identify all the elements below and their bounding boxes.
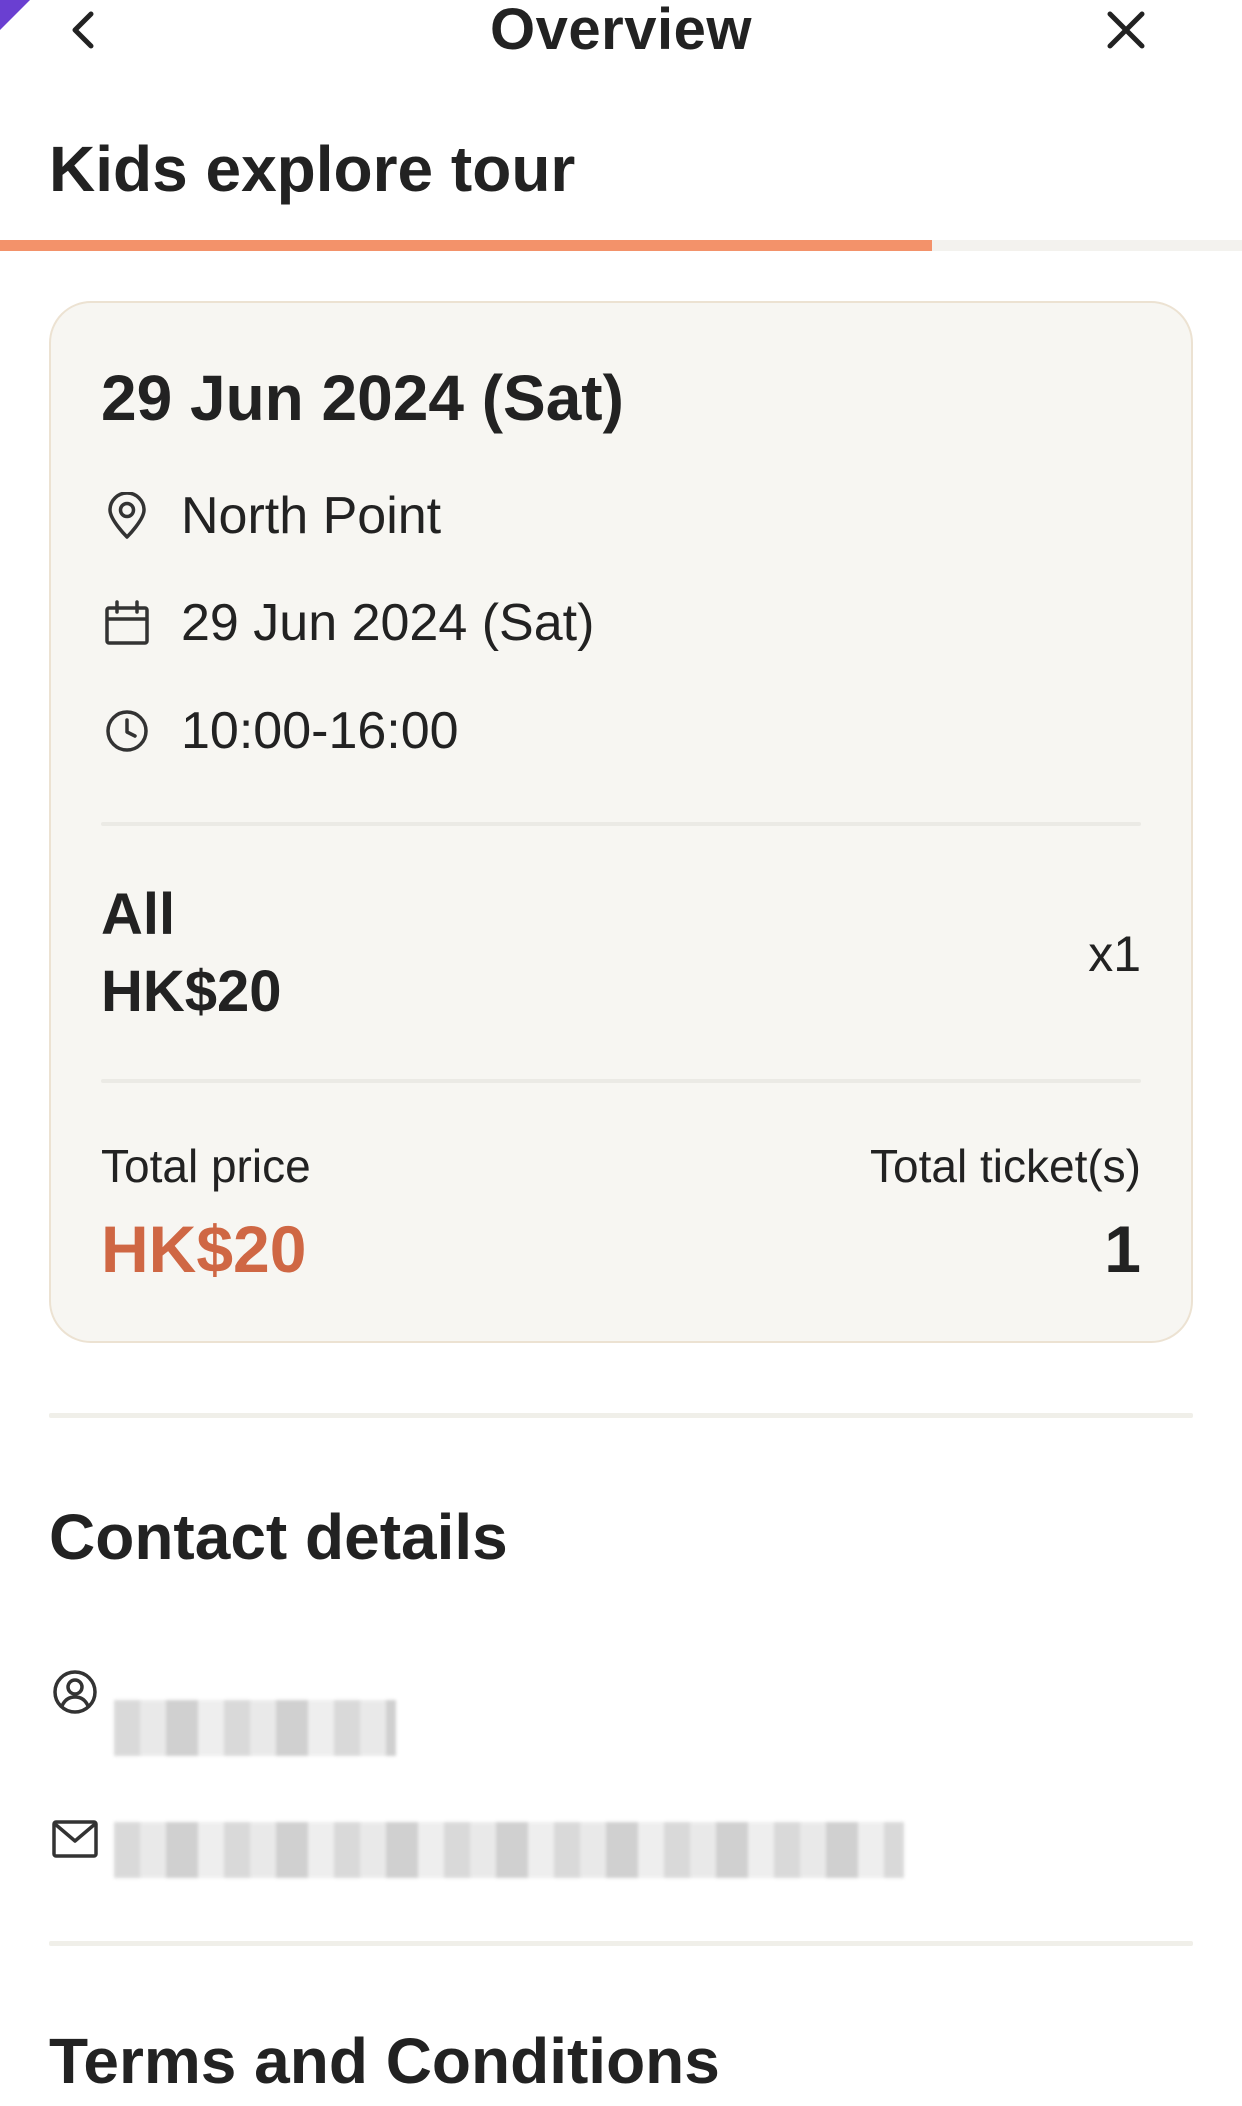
contact-name-row xyxy=(49,1666,101,1718)
ticket-quantity: x1 xyxy=(1088,926,1141,982)
divider xyxy=(101,1079,1141,1083)
clock-icon xyxy=(103,707,151,755)
divider xyxy=(101,822,1141,826)
top-navigation-bar: Overview xyxy=(0,0,1242,70)
redacted-contact-email xyxy=(114,1822,904,1878)
terms-and-conditions-title[interactable]: Terms and Conditions xyxy=(49,2024,720,2098)
total-tickets-label: Total ticket(s) xyxy=(870,1140,1141,1192)
user-circle-icon xyxy=(49,1666,101,1718)
time-text: 10:00-16:00 xyxy=(181,702,459,760)
progress-bar xyxy=(0,240,1242,251)
total-tickets-value: 1 xyxy=(1104,1212,1141,1286)
close-button[interactable] xyxy=(1100,6,1152,58)
progress-bar-fill xyxy=(0,240,932,251)
section-divider xyxy=(49,1941,1193,1946)
mail-icon xyxy=(49,1813,101,1865)
location-text: North Point xyxy=(181,487,442,545)
section-divider xyxy=(49,1413,1193,1418)
booking-date-heading: 29 Jun 2024 (Sat) xyxy=(101,362,624,434)
page-title: Overview xyxy=(490,0,752,62)
calendar-icon xyxy=(103,599,151,647)
time-row: 10:00-16:00 xyxy=(103,701,459,761)
contact-details-title: Contact details xyxy=(49,1501,508,1573)
booking-summary-card: 29 Jun 2024 (Sat) North Point 29 Jun 202… xyxy=(49,301,1193,1343)
date-row: 29 Jun 2024 (Sat) xyxy=(103,593,594,653)
redacted-contact-name xyxy=(114,1700,396,1756)
ticket-type-name: All xyxy=(101,882,176,947)
contact-email-row xyxy=(49,1813,101,1865)
ticket-type-price: HK$20 xyxy=(101,959,282,1024)
location-row: North Point xyxy=(103,486,441,546)
total-price-value: HK$20 xyxy=(101,1212,307,1286)
tour-title: Kids explore tour xyxy=(49,133,576,205)
date-text: 29 Jun 2024 (Sat) xyxy=(181,594,595,652)
location-pin-icon xyxy=(103,492,151,540)
total-price-label: Total price xyxy=(101,1140,311,1192)
close-icon xyxy=(1105,9,1147,56)
